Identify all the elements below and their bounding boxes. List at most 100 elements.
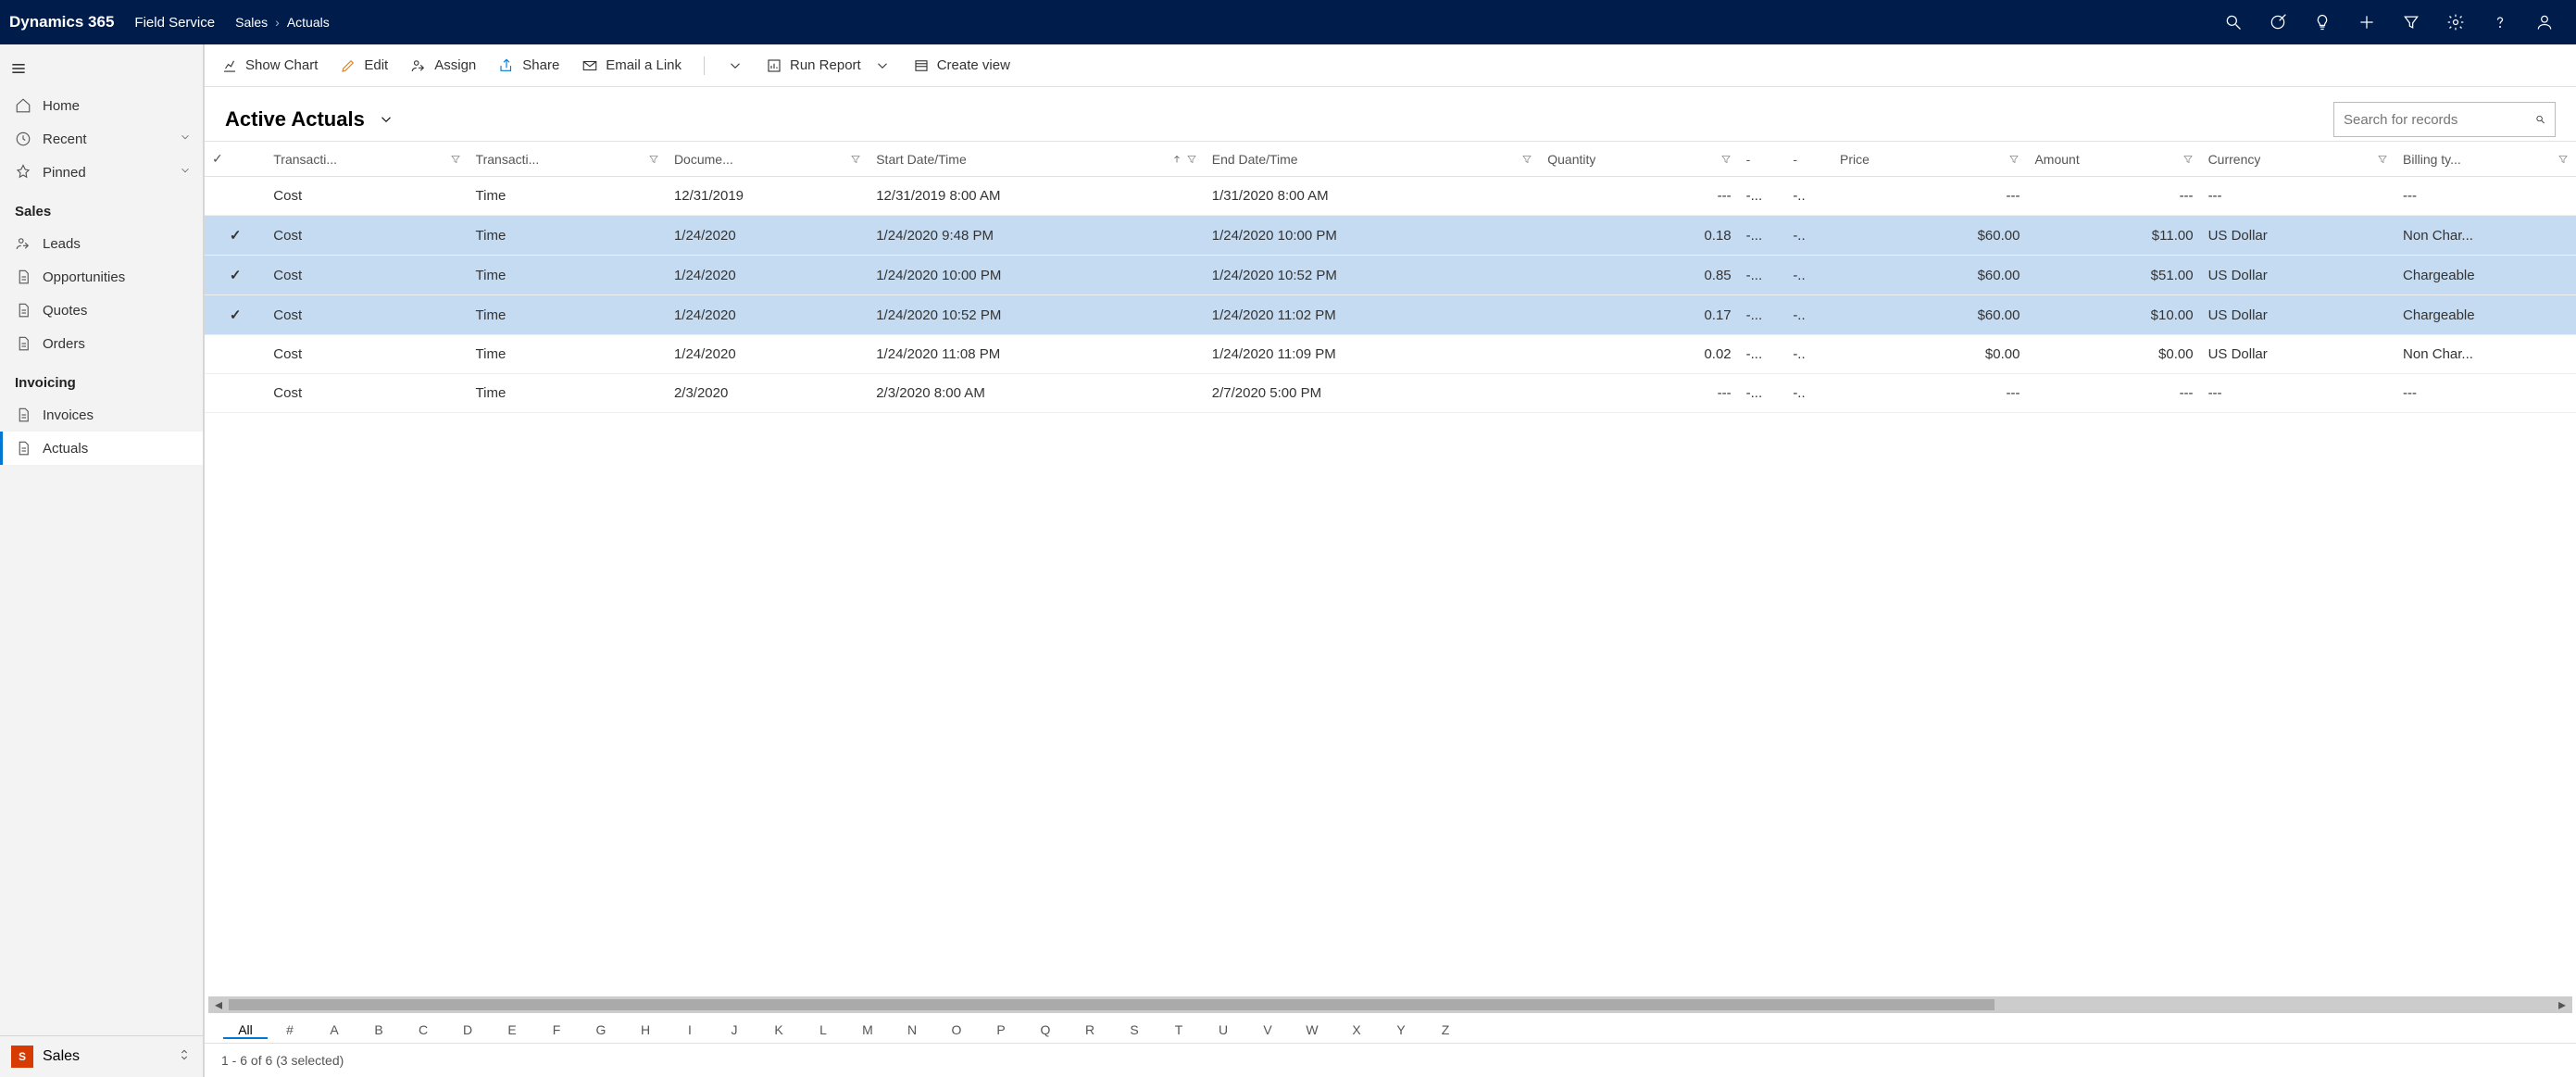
- cell-currency[interactable]: US Dollar: [2201, 216, 2395, 256]
- table-row[interactable]: CostTime1/24/20201/24/2020 9:48 PM1/24/2…: [205, 216, 2576, 256]
- breadcrumb-item[interactable]: Actuals: [287, 15, 330, 30]
- sidebar-item-opportunities[interactable]: Opportunities: [0, 260, 203, 294]
- index-letter[interactable]: K: [757, 1022, 801, 1039]
- index-letter[interactable]: P: [979, 1022, 1023, 1039]
- column-header-start[interactable]: Start Date/Time: [869, 142, 1205, 177]
- sidebar-item-home[interactable]: Home: [0, 89, 203, 122]
- filter-icon[interactable]: [2377, 154, 2388, 165]
- email-link-dropdown[interactable]: [727, 57, 744, 74]
- add-icon[interactable]: [2357, 13, 2376, 31]
- index-letter[interactable]: W: [1290, 1022, 1334, 1039]
- select-all-checkbox[interactable]: [205, 142, 266, 177]
- filter-icon[interactable]: [2182, 154, 2194, 165]
- column-header-transaction_type[interactable]: Transacti...: [469, 142, 667, 177]
- index-letter[interactable]: E: [490, 1022, 534, 1039]
- table-row[interactable]: CostTime1/24/20201/24/2020 11:08 PM1/24/…: [205, 335, 2576, 374]
- sidebar-item-actuals[interactable]: Actuals: [0, 432, 203, 465]
- index-letter[interactable]: Q: [1023, 1022, 1068, 1039]
- sidebar-item-leads[interactable]: Leads: [0, 227, 203, 260]
- search-icon[interactable]: [2224, 13, 2243, 31]
- scroll-right-icon[interactable]: ▸: [2556, 998, 2569, 1011]
- horizontal-scrollbar[interactable]: ◂ ▸: [208, 996, 2572, 1013]
- filter-icon[interactable]: [1720, 154, 1732, 165]
- scroll-thumb[interactable]: [229, 999, 1995, 1010]
- create-view-button[interactable]: Create view: [913, 57, 1010, 74]
- table-row[interactable]: CostTime12/31/201912/31/2019 8:00 AM1/31…: [205, 177, 2576, 216]
- row-checkbox[interactable]: [205, 256, 266, 295]
- column-header-document_date[interactable]: Docume...: [667, 142, 869, 177]
- view-selector[interactable]: Active Actuals: [225, 107, 394, 131]
- index-letter[interactable]: D: [445, 1022, 490, 1039]
- column-header-price[interactable]: Price: [1832, 142, 2027, 177]
- show-chart-button[interactable]: Show Chart: [221, 57, 318, 74]
- gear-icon[interactable]: [2446, 13, 2465, 31]
- row-checkbox[interactable]: [205, 295, 266, 335]
- scroll-left-icon[interactable]: ◂: [212, 998, 225, 1011]
- cell-currency[interactable]: US Dollar: [2201, 335, 2395, 374]
- index-letter[interactable]: V: [1245, 1022, 1290, 1039]
- index-letter[interactable]: S: [1112, 1022, 1157, 1039]
- index-letter[interactable]: M: [845, 1022, 890, 1039]
- index-letter[interactable]: G: [579, 1022, 623, 1039]
- column-header-c2[interactable]: -: [1785, 142, 1832, 177]
- filter-icon[interactable]: [2402, 13, 2420, 31]
- row-checkbox[interactable]: [205, 216, 266, 256]
- index-letter[interactable]: T: [1157, 1022, 1201, 1039]
- table-row[interactable]: CostTime2/3/20202/3/2020 8:00 AM2/7/2020…: [205, 374, 2576, 413]
- filter-icon[interactable]: [648, 154, 659, 165]
- user-icon[interactable]: [2535, 13, 2554, 31]
- table-row[interactable]: CostTime1/24/20201/24/2020 10:52 PM1/24/…: [205, 295, 2576, 335]
- row-checkbox[interactable]: [205, 374, 266, 413]
- column-header-billing[interactable]: Billing ty...: [2395, 142, 2576, 177]
- sidebar-item-invoices[interactable]: Invoices: [0, 398, 203, 432]
- breadcrumb-item[interactable]: Sales: [235, 15, 268, 30]
- index-letter[interactable]: U: [1201, 1022, 1245, 1039]
- table-row[interactable]: CostTime1/24/20201/24/2020 10:00 PM1/24/…: [205, 256, 2576, 295]
- edit-button[interactable]: Edit: [340, 57, 388, 74]
- column-header-transaction_class[interactable]: Transacti...: [266, 142, 468, 177]
- chevron-down-icon[interactable]: [179, 131, 192, 147]
- row-checkbox[interactable]: [205, 177, 266, 216]
- sidebar-item-pinned[interactable]: Pinned: [0, 156, 203, 189]
- index-letter[interactable]: C: [401, 1022, 445, 1039]
- column-header-c1[interactable]: -: [1739, 142, 1786, 177]
- share-button[interactable]: Share: [498, 57, 559, 74]
- filter-icon[interactable]: [850, 154, 861, 165]
- index-letter[interactable]: N: [890, 1022, 934, 1039]
- assign-button[interactable]: Assign: [410, 57, 476, 74]
- bulb-icon[interactable]: [2313, 13, 2332, 31]
- cell-currency[interactable]: US Dollar: [2201, 256, 2395, 295]
- search-box[interactable]: [2333, 102, 2556, 137]
- filter-icon[interactable]: [1186, 154, 1197, 165]
- chevron-updown-icon[interactable]: [177, 1047, 192, 1067]
- index-letter[interactable]: O: [934, 1022, 979, 1039]
- column-header-end[interactable]: End Date/Time: [1205, 142, 1541, 177]
- app-name[interactable]: Field Service: [134, 15, 215, 31]
- index-letter[interactable]: H: [623, 1022, 668, 1039]
- filter-icon[interactable]: [450, 154, 461, 165]
- index-letter[interactable]: F: [534, 1022, 579, 1039]
- index-letter[interactable]: I: [668, 1022, 712, 1039]
- column-header-currency[interactable]: Currency: [2201, 142, 2395, 177]
- run-report-button[interactable]: Run Report: [766, 57, 891, 74]
- index-letter[interactable]: J: [712, 1022, 757, 1039]
- search-input[interactable]: [2344, 112, 2528, 128]
- help-icon[interactable]: [2491, 13, 2509, 31]
- area-switcher[interactable]: S Sales: [0, 1035, 203, 1077]
- chevron-down-icon[interactable]: [179, 164, 192, 181]
- cell-currency[interactable]: US Dollar: [2201, 295, 2395, 335]
- filter-icon[interactable]: [1521, 154, 1532, 165]
- sidebar-toggle[interactable]: [0, 52, 37, 85]
- row-checkbox[interactable]: [205, 335, 266, 374]
- filter-icon[interactable]: [2557, 154, 2569, 165]
- email-link-button[interactable]: Email a Link: [581, 57, 682, 74]
- sidebar-item-quotes[interactable]: Quotes: [0, 294, 203, 327]
- sidebar-item-orders[interactable]: Orders: [0, 327, 203, 360]
- column-header-quantity[interactable]: Quantity: [1540, 142, 1738, 177]
- column-header-amount[interactable]: Amount: [2027, 142, 2200, 177]
- index-letter[interactable]: A: [312, 1022, 356, 1039]
- index-letter[interactable]: #: [268, 1022, 312, 1039]
- index-letter[interactable]: X: [1334, 1022, 1379, 1039]
- index-letter[interactable]: Y: [1379, 1022, 1423, 1039]
- index-letter[interactable]: R: [1068, 1022, 1112, 1039]
